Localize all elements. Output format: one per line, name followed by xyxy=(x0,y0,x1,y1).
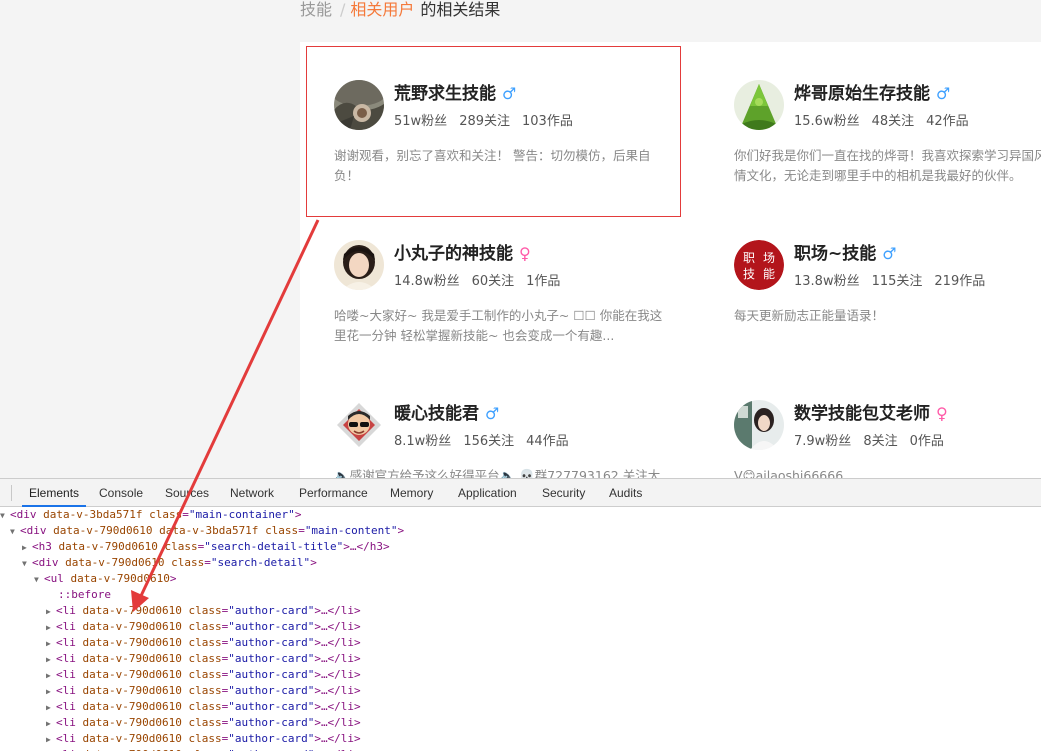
works-count: 0作品 xyxy=(909,434,944,449)
breadcrumb-suffix: 的相关结果 xyxy=(420,0,501,19)
breadcrumb-item-related-users[interactable]: 相关用户 xyxy=(350,0,414,19)
expand-arrow-icon[interactable]: ▶ xyxy=(46,636,56,652)
author-name[interactable]: 烨哥原始生存技能 ♂ xyxy=(794,82,950,106)
tab-application[interactable]: Application xyxy=(458,479,517,507)
collapse-arrow-icon[interactable]: ▼ xyxy=(10,524,20,540)
avatar[interactable] xyxy=(734,80,784,130)
dom-node-author-card[interactable]: ▶<li data-v-790d0610 class="author-card"… xyxy=(46,715,361,731)
dom-node-author-card[interactable]: ▶<li data-v-790d0610 class="author-card"… xyxy=(46,619,361,635)
author-stats: 14.8w粉丝 60关注 1作品 xyxy=(394,273,572,291)
search-results-page: 技能 / 相关用户 的相关结果 荒野求生技能 ♂ 51w粉丝 289关注 103作品 xyxy=(0,0,1041,478)
dom-node-ul[interactable]: ▼ <ul data-v-790d0610> xyxy=(34,571,176,587)
works-count: 219作品 xyxy=(934,274,986,289)
follows-count: 115关注 xyxy=(871,274,923,289)
expand-arrow-icon[interactable]: ▶ xyxy=(46,620,56,636)
expand-arrow-icon[interactable]: ▶ xyxy=(46,700,56,716)
dom-node-author-card[interactable]: ▶<li data-v-790d0610 class="author-card"… xyxy=(46,683,361,699)
dom-node-main-content[interactable]: ▼ <div data-v-790d0610 data-v-3bda571f cl… xyxy=(10,523,404,539)
author-stats: 15.6w粉丝 48关注 42作品 xyxy=(794,113,981,131)
tab-security[interactable]: Security xyxy=(542,479,585,507)
dom-node-author-card[interactable]: ▶<li data-v-790d0610 class="author-card"… xyxy=(46,603,361,619)
tab-performance[interactable]: Performance xyxy=(299,479,368,507)
male-icon: ♂ xyxy=(936,84,951,103)
avatar[interactable] xyxy=(734,400,784,450)
tab-elements[interactable]: Elements xyxy=(22,479,87,507)
author-name[interactable]: 数学技能包艾老师 ♀ xyxy=(794,402,948,426)
avatar-char: 职 xyxy=(743,251,755,265)
avatar[interactable]: 职 场 技 能 xyxy=(734,240,784,290)
author-description: 每天更新励志正能量语录！ xyxy=(734,308,885,323)
female-icon: ♀ xyxy=(936,404,948,423)
author-description: 你们好我是你们一直在找的烨哥！我喜欢探索学习异国风情文化，无论走到哪里手中的相机… xyxy=(734,148,1041,183)
tab-sources[interactable]: Sources xyxy=(165,479,209,507)
breadcrumb: 技能 / 相关用户 的相关结果 xyxy=(300,0,500,22)
dom-node-search-detail[interactable]: ▼ <div data-v-790d0610 class="search-deta… xyxy=(22,555,317,571)
expand-arrow-icon[interactable]: ▶ xyxy=(46,732,56,748)
fans-count: 14.8w粉丝 xyxy=(394,274,460,289)
dom-node-author-card[interactable]: ▶<li data-v-790d0610 class="author-card"… xyxy=(46,651,361,667)
breadcrumb-separator: / xyxy=(340,0,346,19)
author-name[interactable]: 暖心技能君 ♂ xyxy=(394,402,499,426)
follows-count: 60关注 xyxy=(471,274,515,289)
female-icon: ♀ xyxy=(519,244,531,263)
avatar[interactable] xyxy=(334,400,384,450)
dom-node-author-card[interactable]: ▶<li data-v-790d0610 class="author-card"… xyxy=(46,667,361,683)
fans-count: 15.6w粉丝 xyxy=(794,114,860,129)
breadcrumb-item-skill[interactable]: 技能 xyxy=(300,0,332,19)
fans-count: 7.9w粉丝 xyxy=(794,434,852,449)
tabbar-divider xyxy=(11,485,12,501)
works-count: 1作品 xyxy=(526,274,561,289)
collapse-arrow-icon[interactable]: ▼ xyxy=(34,572,44,588)
author-card[interactable]: 职 场 技 能 职场~技能 ♂ 13.8w粉丝 115关注 219作品 每天更新励志正… xyxy=(700,202,1041,372)
collapse-arrow-icon[interactable]: ▼ xyxy=(0,508,10,524)
dom-node-author-card[interactable]: ▶<li data-v-790d0610 class="author-card"… xyxy=(46,699,361,715)
avatar-char: 场 xyxy=(763,251,775,265)
tab-memory[interactable]: Memory xyxy=(390,479,433,507)
author-card[interactable]: 小丸子的神技能 ♀ 14.8w粉丝 60关注 1作品 哈喽~大家好~ 我是爱手工制作的… xyxy=(300,202,676,372)
author-description: 🔈感谢官方给予这么好得平台🔈 💀群727793162 关注大 xyxy=(334,468,661,478)
tab-console[interactable]: Console xyxy=(99,479,143,507)
follows-count: 156关注 xyxy=(463,434,515,449)
dom-node-before-pseudo[interactable]: ::before xyxy=(58,587,111,603)
follows-count: 48关注 xyxy=(871,114,915,129)
dom-node-main-container[interactable]: ▼ <div data-v-3bda571f class="main-contai… xyxy=(0,507,301,523)
fans-count: 13.8w粉丝 xyxy=(794,274,860,289)
tab-network[interactable]: Network xyxy=(230,479,274,507)
tab-audits[interactable]: Audits xyxy=(609,479,642,507)
author-stats: 7.9w粉丝 8关注 0作品 xyxy=(794,433,956,451)
follows-count: 8关注 xyxy=(863,434,898,449)
avatar-char: 能 xyxy=(763,267,775,281)
expand-arrow-icon[interactable]: ▶ xyxy=(46,652,56,668)
avatar[interactable] xyxy=(334,240,384,290)
fans-count: 8.1w粉丝 xyxy=(394,434,452,449)
collapse-arrow-icon[interactable]: ▼ xyxy=(22,556,32,572)
screenshot: 技能 / 相关用户 的相关结果 荒野求生技能 ♂ 51w粉丝 289关注 103作品 xyxy=(0,0,1041,751)
dom-node-author-card[interactable]: ▶<li data-v-790d0610 class="author-card"… xyxy=(46,747,361,751)
male-icon: ♂ xyxy=(485,404,500,423)
highlight-box xyxy=(306,46,681,217)
dom-node-author-card[interactable]: ▶<li data-v-790d0610 class="author-card"… xyxy=(46,635,361,651)
dom-node-author-card[interactable]: ▶<li data-v-790d0610 class="author-card"… xyxy=(46,731,361,747)
author-stats: 8.1w粉丝 156关注 44作品 xyxy=(394,433,581,451)
expand-arrow-icon[interactable]: ▶ xyxy=(46,716,56,732)
male-icon: ♂ xyxy=(882,244,897,263)
devtools-panel: Elements Console Sources Network Perform… xyxy=(0,478,1041,751)
expand-arrow-icon[interactable]: ▶ xyxy=(46,668,56,684)
author-stats: 13.8w粉丝 115关注 219作品 xyxy=(794,273,997,291)
devtools-tabbar: Elements Console Sources Network Perform… xyxy=(0,479,1041,507)
author-card[interactable]: 暖心技能君 ♂ 8.1w粉丝 156关注 44作品 🔈感谢官方给予这么好得平台🔈 💀群… xyxy=(300,362,676,478)
expand-arrow-icon[interactable]: ▶ xyxy=(46,604,56,620)
author-description: V😊ailaoshi66666 xyxy=(734,468,844,478)
author-name[interactable]: 小丸子的神技能 ♀ xyxy=(394,242,531,266)
author-name[interactable]: 职场~技能 ♂ xyxy=(794,242,897,266)
author-card[interactable]: 数学技能包艾老师 ♀ 7.9w粉丝 8关注 0作品 V😊ailaoshi66666 xyxy=(700,362,1041,478)
works-count: 44作品 xyxy=(526,434,569,449)
expand-arrow-icon[interactable]: ▶ xyxy=(22,540,32,556)
dom-node-search-detail-title[interactable]: ▶ <h3 data-v-790d0610 class="search-detai… xyxy=(22,539,390,555)
author-description: 哈喽~大家好~ 我是爱手工制作的小丸子~ ☐☐ 你能在我这里花一分钟 轻松掌握新… xyxy=(334,308,663,343)
avatar-char: 技 xyxy=(743,267,755,281)
expand-arrow-icon[interactable]: ▶ xyxy=(46,684,56,700)
author-card[interactable]: 烨哥原始生存技能 ♂ 15.6w粉丝 48关注 42作品 你们好我是你们一直在找的烨哥… xyxy=(700,42,1041,212)
works-count: 42作品 xyxy=(926,114,969,129)
